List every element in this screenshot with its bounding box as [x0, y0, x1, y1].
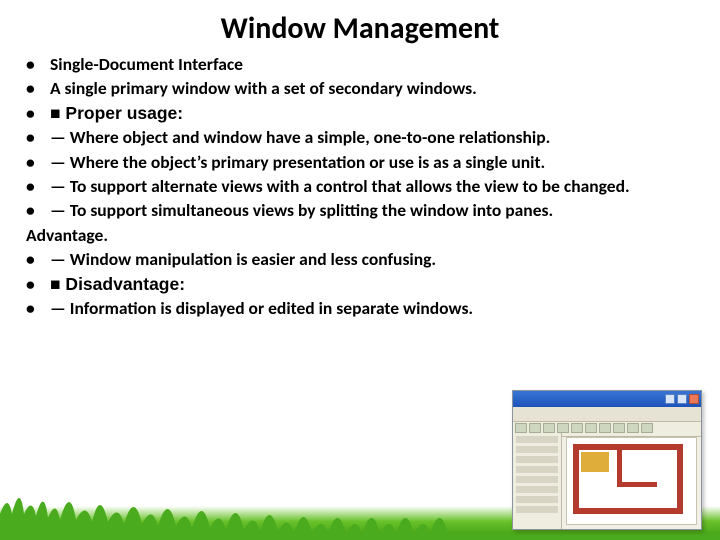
- list-item-text: ■ Proper usage:: [50, 102, 696, 124]
- list-item: • — Where the object’s primary presentat…: [24, 151, 696, 173]
- list-item-text: — To support alternate views with a cont…: [50, 175, 696, 197]
- list-item: • A single primary window with a set of …: [24, 77, 696, 99]
- bullet-icon: •: [24, 77, 50, 99]
- bullet-icon: •: [24, 273, 50, 295]
- list-item-text: — Window manipulation is easier and less…: [50, 248, 696, 270]
- side-panel: [513, 433, 562, 529]
- list-item-text: — Information is displayed or edited in …: [50, 297, 696, 319]
- list-item-text: Single-Document Interface: [50, 53, 696, 75]
- list-item: • ■ Disadvantage:: [24, 273, 696, 295]
- minimize-icon: [665, 394, 675, 404]
- list-item-text: — Where the object’s primary presentatio…: [50, 151, 696, 173]
- list-item: • — Where object and window have a simpl…: [24, 126, 696, 148]
- app-screenshot-thumbnail: [512, 390, 702, 530]
- list-item: • — To support simultaneous views by spl…: [24, 199, 696, 221]
- bullet-icon: •: [24, 151, 50, 173]
- maximize-icon: [677, 394, 687, 404]
- drawing-canvas: [566, 437, 697, 525]
- list-item: • — Information is displayed or edited i…: [24, 297, 696, 319]
- window-titlebar: [513, 391, 701, 407]
- list-item-text: ■ Disadvantage:: [50, 273, 696, 295]
- list-item: • ■ Proper usage:: [24, 102, 696, 124]
- menubar: [513, 407, 701, 422]
- bullet-icon: •: [24, 53, 50, 75]
- slide-title: Window Management: [0, 0, 720, 53]
- list-item: • — Window manipulation is easier and le…: [24, 248, 696, 270]
- bullet-icon: •: [24, 248, 50, 270]
- bullet-icon: •: [24, 126, 50, 148]
- slide: Window Management • Single-Document Inte…: [0, 0, 720, 540]
- bullet-icon: •: [24, 199, 50, 221]
- bullet-icon: •: [24, 102, 50, 124]
- list-item-text: — To support simultaneous views by split…: [50, 199, 696, 221]
- close-icon: [689, 394, 699, 404]
- list-item: • — To support alternate views with a co…: [24, 175, 696, 197]
- list-item-text: A single primary window with a set of se…: [50, 77, 696, 99]
- list-item-text: — Where object and window have a simple,…: [50, 126, 696, 148]
- slide-content: • Single-Document Interface • A single p…: [0, 53, 720, 319]
- advantage-label: Advantage.: [24, 224, 696, 246]
- bullet-icon: •: [24, 297, 50, 319]
- list-item: • Single-Document Interface: [24, 53, 696, 75]
- bullet-icon: •: [24, 175, 50, 197]
